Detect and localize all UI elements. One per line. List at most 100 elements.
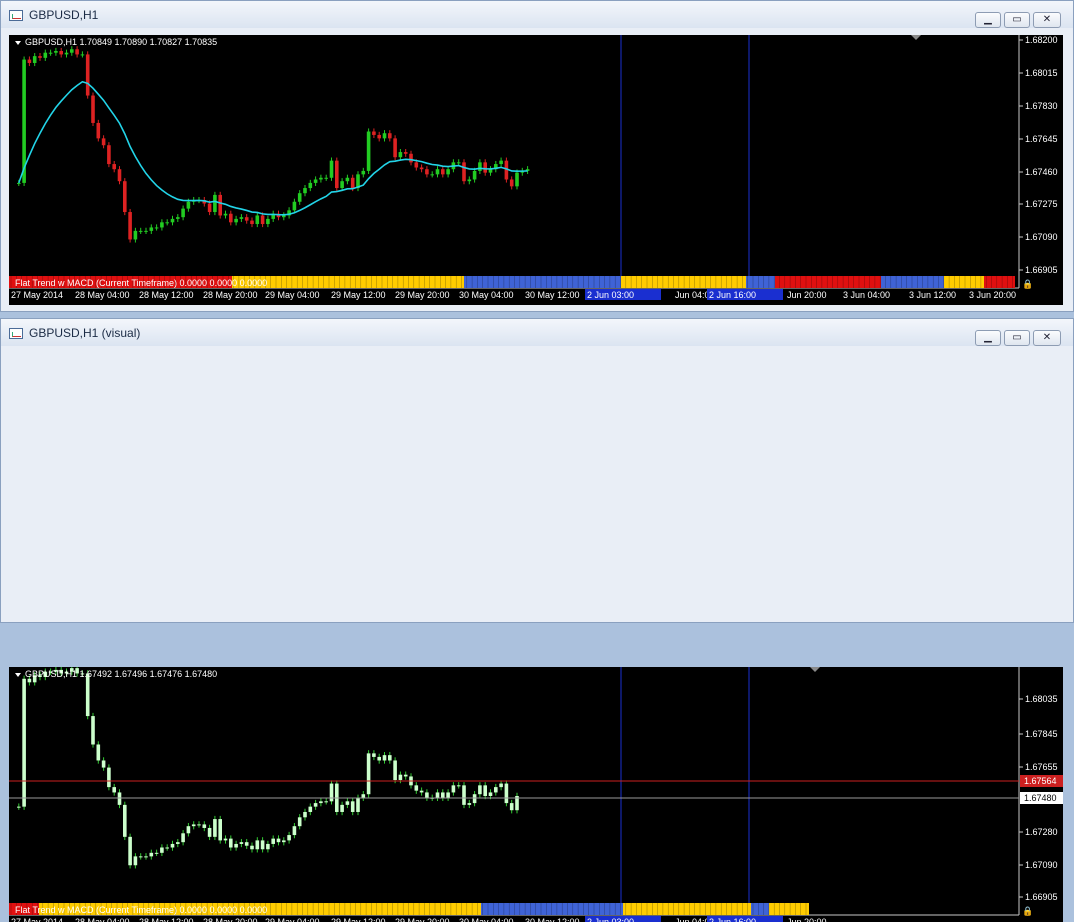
candle-body [435, 792, 440, 798]
time-label: 29 May 04:00 [265, 917, 320, 922]
indicator-label: Flat Trend w MACD (Current Timeframe) 0.… [15, 905, 267, 915]
maximize-button[interactable]: ▭ [1004, 12, 1030, 28]
candle-body [27, 59, 32, 63]
candle-body [176, 842, 180, 844]
chart-menu-arrow-icon[interactable] [15, 41, 21, 45]
candle-body [303, 811, 307, 818]
candle-body [345, 177, 350, 182]
time-label: 27 May 2014 [11, 290, 63, 300]
candle-body [260, 215, 265, 225]
candle-body [32, 56, 37, 63]
close-button[interactable]: ✕ [1033, 12, 1061, 28]
visual-price-chart[interactable]: 1.67564 1.67480 Flat Trend w MACD (Current… [9, 667, 1063, 922]
candle-body [239, 842, 244, 844]
trend-segment [769, 903, 809, 915]
candle-body [107, 145, 111, 165]
ask-price-label: 1.67564 [1024, 776, 1057, 786]
indicator-label: Flat Trend w MACD (Current Timeframe) 0.… [15, 278, 267, 288]
candle-body [123, 181, 127, 213]
time-label: 3 Jun 20:00 [969, 290, 1016, 300]
window-title: GBPUSD,H1 [29, 8, 99, 22]
time-label: 28 May 20:00 [203, 290, 258, 300]
time-label: Jun 20:00 [787, 290, 827, 300]
candle-body [441, 792, 445, 798]
chart-window-icon [9, 10, 23, 21]
lock-icon: 🔒 [1022, 906, 1033, 916]
candle-body [59, 50, 63, 55]
chart-menu-arrow-icon[interactable] [15, 673, 21, 677]
candle-body [266, 218, 270, 225]
candle-body [91, 716, 95, 745]
trend-segment [984, 276, 1015, 288]
maximize-button[interactable]: ▭ [1004, 330, 1030, 346]
minimize-button[interactable]: ▁ [975, 330, 1001, 346]
candle-body [478, 785, 482, 795]
lock-icon: 🔒 [1022, 279, 1033, 289]
trend-segment [746, 276, 775, 288]
candle-body [435, 169, 440, 175]
candle-body [229, 838, 233, 848]
chart-window-main: GBPUSD,H1 ▁ ▭ ✕ Flat Trend w MACD (Curre… [0, 0, 1074, 312]
bid-price-label: 1.67480 [1024, 793, 1057, 803]
candle-body [128, 836, 132, 866]
candle-body [165, 847, 169, 849]
time-label: 28 May 12:00 [139, 917, 194, 922]
candle-body [181, 208, 185, 218]
candle-body [403, 774, 408, 777]
candle-body [107, 767, 111, 788]
candle-body [329, 783, 334, 802]
chart-window-icon [9, 328, 23, 339]
candle-body [446, 792, 450, 798]
window-titlebar[interactable]: GBPUSD,H1 (visual) ▁ ▭ ✕ [1, 319, 1073, 346]
candle-body [297, 193, 302, 202]
time-label: Jun 20:00 [787, 917, 827, 922]
time-label: 28 May 04:00 [75, 917, 130, 922]
candle-body [202, 824, 207, 828]
close-button[interactable]: ✕ [1033, 330, 1061, 346]
candle-body [340, 804, 344, 812]
price-label: 1.67655 [1025, 762, 1058, 772]
candle-body [467, 803, 472, 805]
candle-body [149, 852, 154, 857]
price-chart-canvas[interactable]: Flat Trend w MACD (Current Timeframe) 0.… [9, 35, 1063, 305]
candle-body [223, 838, 228, 841]
candle-body [218, 194, 222, 216]
shift-marker-icon[interactable] [911, 35, 921, 40]
candle-body [419, 790, 424, 793]
shift-marker-icon[interactable] [810, 667, 820, 672]
candle-body [244, 842, 249, 846]
minimize-button[interactable]: ▁ [975, 12, 1001, 28]
candle-body [144, 856, 148, 858]
candle-body [276, 838, 281, 843]
candle-body [430, 174, 434, 176]
trend-segment [775, 276, 881, 288]
candle-body [128, 212, 132, 240]
candle-body [478, 162, 482, 171]
window-titlebar[interactable]: GBPUSD,H1 ▁ ▭ ✕ [1, 1, 1073, 28]
time-label: 2 Jun 16:00 [709, 290, 756, 300]
candle-body [441, 169, 445, 175]
candle-body [382, 755, 387, 761]
visual-chart-canvas[interactable]: 1.67564 1.67480 Flat Trend w MACD (Current… [9, 667, 1063, 922]
time-label: 3 Jun 12:00 [909, 290, 956, 300]
time-label: 29 May 12:00 [331, 290, 386, 300]
candle-body [308, 806, 313, 812]
candle-body [91, 95, 95, 123]
candle-body [282, 840, 286, 843]
candle-body [345, 801, 350, 805]
price-chart[interactable]: Flat Trend w MACD (Current Timeframe) 0.… [9, 35, 1063, 305]
candle-body [483, 162, 487, 173]
candle-body [260, 840, 265, 850]
price-label: 1.67460 [1025, 167, 1058, 177]
candle-body [117, 169, 122, 182]
candle-body [504, 783, 509, 804]
candle-body [446, 169, 450, 175]
price-label: 1.68200 [1025, 35, 1058, 45]
trend-segment [481, 903, 623, 915]
moving-average-line [18, 80, 528, 216]
candle-body [292, 201, 297, 211]
candle-body [213, 194, 217, 213]
trend-segment [881, 276, 944, 288]
price-label: 1.67645 [1025, 134, 1058, 144]
candle-body [361, 794, 366, 798]
